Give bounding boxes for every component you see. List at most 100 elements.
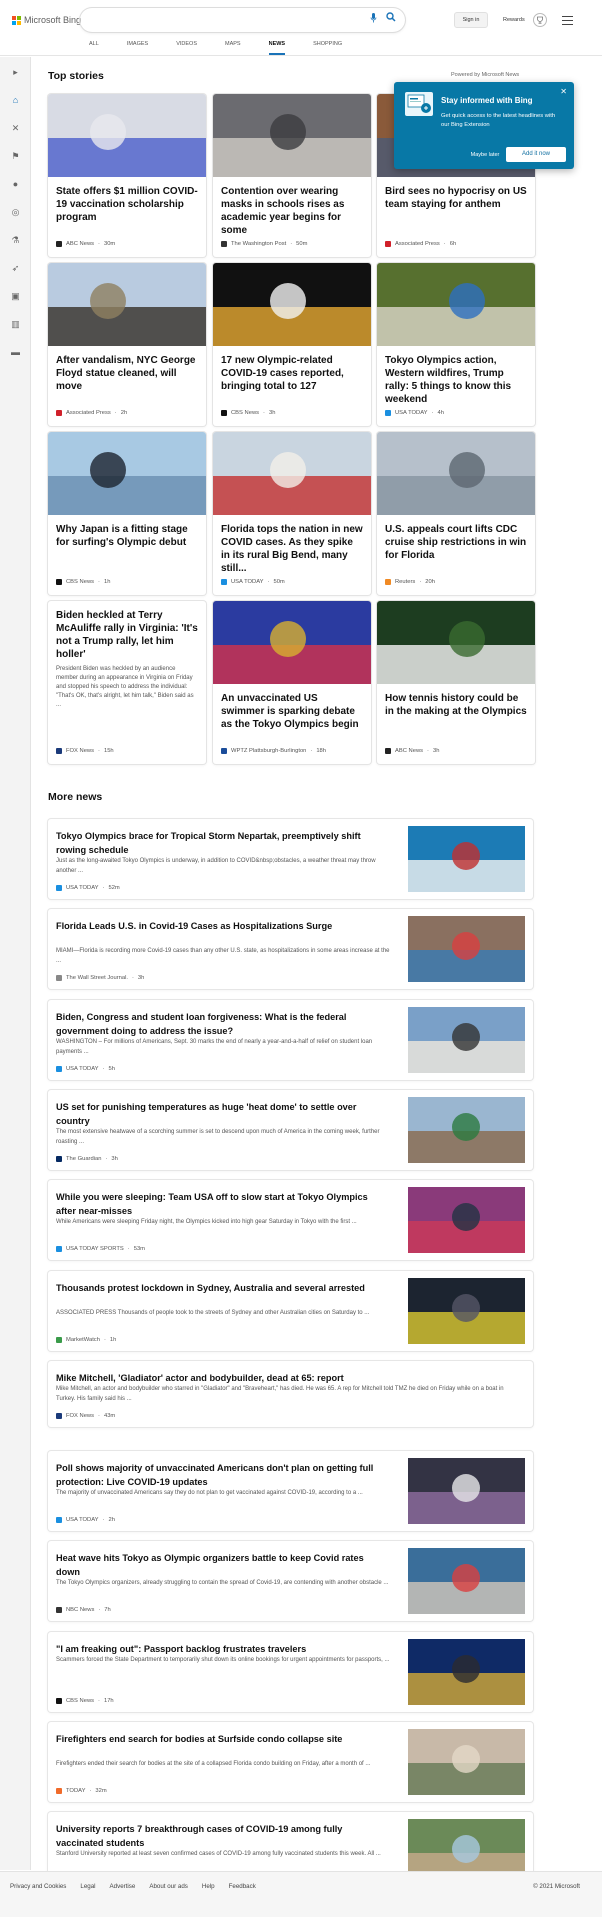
story-thumbnail-image[interactable] [377,263,535,346]
science-icon[interactable]: ⚗ [11,236,20,245]
search-icon[interactable] [386,12,396,22]
story-thumbnail-image[interactable] [213,263,371,346]
story-thumbnail-image[interactable] [48,432,206,515]
news-thumbnail-image[interactable] [408,1007,525,1073]
story-thumbnail-image[interactable] [48,94,206,177]
news-thumbnail-image[interactable] [408,1548,525,1614]
rewards-trophy-icon[interactable] [533,13,547,27]
story-thumbnail-image[interactable] [377,432,535,515]
more-news-item[interactable]: While you were sleeping: Team USA off to… [48,1180,533,1260]
news-thumbnail-image[interactable] [408,1639,525,1705]
news-title[interactable]: "I am freaking out": Passport backlog fr… [56,1642,382,1656]
bing-logo[interactable]: Microsoft Bing [12,15,81,25]
more-news-item[interactable]: Thousands protest lockdown in Sydney, Au… [48,1271,533,1351]
story-title[interactable]: State offers $1 million COVID-19 vaccina… [56,185,198,224]
tab-news[interactable]: NEWS [268,41,286,55]
news-title[interactable]: Biden, Congress and student loan forgive… [56,1010,382,1038]
news-title[interactable]: Poll shows majority of unvaccinated Amer… [56,1461,382,1489]
news-thumbnail-image[interactable] [408,916,525,982]
top-story-card[interactable]: Why Japan is a fitting stage for surfing… [48,432,206,595]
story-title[interactable]: Why Japan is a fitting stage for surfing… [56,523,198,549]
story-title[interactable]: Florida tops the nation in new COVID cas… [221,523,363,575]
story-title[interactable]: How tennis history could be in the makin… [385,692,527,718]
news-title[interactable]: US set for punishing temperatures as hug… [56,1100,382,1128]
footer-link-advertise[interactable]: Advertise [110,1883,136,1890]
footer-link-feedback[interactable]: Feedback [229,1883,256,1890]
more-news-item[interactable]: Tokyo Olympics brace for Tropical Storm … [48,819,533,899]
story-title[interactable]: An unvaccinated US swimmer is sparking d… [221,692,363,731]
top-story-card[interactable]: Tokyo Olympics action, Western wildfires… [377,263,535,426]
news-thumbnail-image[interactable] [408,1729,525,1795]
story-title[interactable]: Biden heckled at Terry McAuliffe rally i… [56,609,198,661]
top-story-card[interactable]: Biden heckled at Terry McAuliffe rally i… [48,601,206,764]
menu-hamburger-icon[interactable] [562,16,573,25]
story-thumbnail-image[interactable] [48,263,206,346]
news-thumbnail-image[interactable] [408,1187,525,1253]
story-title[interactable]: 17 new Olympic-related COVID-19 cases re… [221,354,363,393]
news-title[interactable]: Mike Mitchell, 'Gladiator' actor and bod… [56,1371,516,1385]
footer-link-privacy[interactable]: Privacy and Cookies [10,1883,66,1890]
tab-videos[interactable]: VIDEOS [176,41,197,55]
news-thumbnail-image[interactable] [408,1278,525,1344]
top-story-card[interactable]: State offers $1 million COVID-19 vaccina… [48,94,206,257]
more-news-item[interactable]: Poll shows majority of unvaccinated Amer… [48,1451,533,1531]
expand-chevron-icon[interactable]: ▸ [11,68,20,77]
tab-maps[interactable]: MAPS [225,41,241,55]
more-news-item[interactable]: Firefighters end search for bodies at Su… [48,1722,533,1802]
more-news-item[interactable]: Mike Mitchell, 'Gladiator' actor and bod… [48,1361,533,1427]
story-title[interactable]: Bird sees no hypocrisy on US team stayin… [385,185,527,211]
news-title[interactable]: Heat wave hits Tokyo as Olympic organize… [56,1551,382,1579]
more-news-item[interactable]: Biden, Congress and student loan forgive… [48,1000,533,1080]
entertainment-icon[interactable]: ▣ [11,292,20,301]
sports-icon[interactable]: ✕ [11,124,20,133]
business-icon[interactable]: ▬ [11,348,20,357]
search-box[interactable] [80,8,405,32]
home-icon[interactable]: ⌂ [11,96,20,105]
rewards-link[interactable]: Rewards [503,17,525,23]
rocket-icon[interactable]: ➶ [11,264,20,273]
news-thumbnail-image[interactable] [408,826,525,892]
story-title[interactable]: Contention over wearing masks in schools… [221,185,363,237]
news-title[interactable]: University reports 7 breakthrough cases … [56,1822,382,1850]
us-flag-icon[interactable]: ⚑ [11,152,20,161]
globe-icon[interactable]: ◎ [11,208,20,217]
news-title[interactable]: Thousands protest lockdown in Sydney, Au… [56,1281,382,1295]
news-title[interactable]: Firefighters end search for bodies at Su… [56,1732,382,1746]
news-title[interactable]: Florida Leads U.S. in Covid-19 Cases as … [56,919,382,933]
top-story-card[interactable]: After vandalism, NYC George Floyd statue… [48,263,206,426]
footer-link-help[interactable]: Help [202,1883,215,1890]
more-news-item[interactable]: "I am freaking out": Passport backlog fr… [48,1632,533,1712]
news-title[interactable]: Tokyo Olympics brace for Tropical Storm … [56,829,382,857]
more-news-item[interactable]: US set for punishing temperatures as hug… [48,1090,533,1170]
story-thumbnail-image[interactable] [377,601,535,684]
top-story-card[interactable]: How tennis history could be in the makin… [377,601,535,764]
more-news-item[interactable]: Heat wave hits Tokyo as Olympic organize… [48,1541,533,1621]
tab-shopping[interactable]: SHOPPING [313,41,342,55]
sign-in-button[interactable]: Sign in [454,12,488,28]
more-news-item[interactable]: Florida Leads U.S. in Covid-19 Cases as … [48,909,533,989]
add-it-now-button[interactable]: Add it now [506,147,566,162]
news-thumbnail-image[interactable] [408,1458,525,1524]
news-thumbnail-image[interactable] [408,1097,525,1163]
top-story-card[interactable]: Contention over wearing masks in schools… [213,94,371,257]
top-story-card[interactable]: Florida tops the nation in new COVID cas… [213,432,371,595]
tab-images[interactable]: IMAGES [127,41,148,55]
maybe-later-button[interactable]: Maybe later [466,152,504,158]
tab-all[interactable]: ALL [89,41,99,55]
story-thumbnail-image[interactable] [213,94,371,177]
footer-link-legal[interactable]: Legal [80,1883,95,1890]
top-story-card[interactable]: U.S. appeals court lifts CDC cruise ship… [377,432,535,595]
location-pin-icon[interactable]: ● [11,180,20,189]
close-icon[interactable]: ✕ [560,87,567,96]
story-title[interactable]: After vandalism, NYC George Floyd statue… [56,354,198,393]
story-title[interactable]: Tokyo Olympics action, Western wildfires… [385,354,527,406]
news-title[interactable]: While you were sleeping: Team USA off to… [56,1190,382,1218]
microphone-icon[interactable] [370,13,377,23]
story-thumbnail-image[interactable] [213,432,371,515]
politics-icon[interactable]: ▥ [11,320,20,329]
story-title[interactable]: U.S. appeals court lifts CDC cruise ship… [385,523,527,562]
top-story-card[interactable]: An unvaccinated US swimmer is sparking d… [213,601,371,764]
story-thumbnail-image[interactable] [213,601,371,684]
top-story-card[interactable]: 17 new Olympic-related COVID-19 cases re… [213,263,371,426]
footer-link-about-ads[interactable]: About our ads [149,1883,188,1890]
